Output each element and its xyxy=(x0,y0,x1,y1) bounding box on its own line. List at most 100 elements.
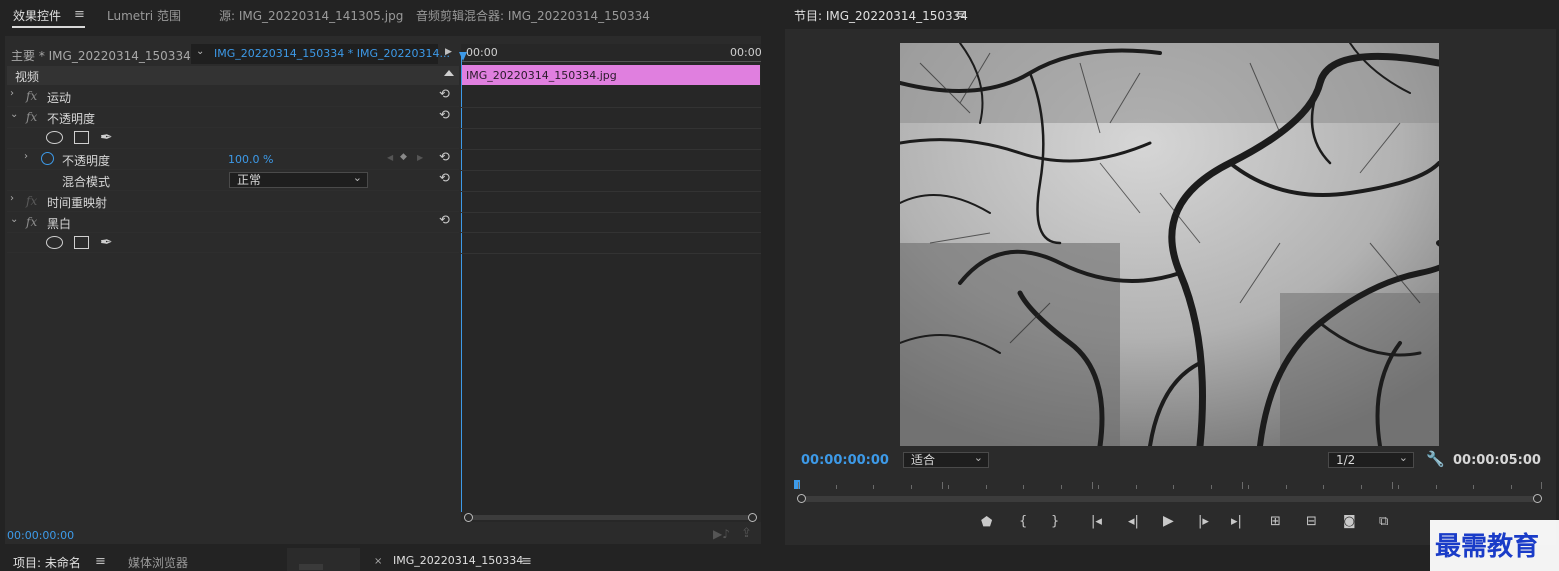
ruler-tick xyxy=(911,485,912,489)
zoom-handle-left[interactable] xyxy=(797,494,806,503)
fx-icon[interactable]: fx xyxy=(26,215,37,229)
program-duration-timecode: 00:00:05:00 xyxy=(1453,453,1541,468)
rectangle-mask-icon[interactable] xyxy=(74,236,89,249)
chevron-down-icon: ⌄ xyxy=(1398,451,1408,464)
lift-icon[interactable]: ⊞ xyxy=(1270,514,1281,529)
tab-media-browser[interactable]: 媒体浏览器 xyxy=(128,554,188,571)
tab-effect-controls[interactable]: 效果控件 xyxy=(13,7,61,24)
rectangle-mask-icon[interactable] xyxy=(74,131,89,144)
ruler-tick xyxy=(1473,485,1474,489)
collapse-chevron-icon[interactable]: ⌄ xyxy=(10,109,18,120)
zoom-handle-right[interactable] xyxy=(1533,494,1542,503)
zoom-handle-left[interactable] xyxy=(464,513,473,522)
audio-loop-icon[interactable]: ▶♪ xyxy=(713,527,730,541)
program-current-timecode[interactable]: 00:00:00:00 xyxy=(801,453,889,468)
add-marker-icon[interactable]: ⬟ xyxy=(981,515,992,530)
panel-menu-icon[interactable]: ≡ xyxy=(955,7,966,22)
tab-program[interactable]: 节目: IMG_20220314_150334 xyxy=(794,7,968,24)
ruler-tick xyxy=(942,482,943,489)
reset-icon[interactable]: ⟲ xyxy=(439,213,450,228)
mark-in-icon[interactable]: { xyxy=(1019,514,1027,529)
extract-icon[interactable]: ⊟ xyxy=(1306,514,1317,529)
mini-timeline xyxy=(461,44,761,522)
zoom-scrollbar[interactable] xyxy=(797,494,1542,504)
step-back-icon[interactable]: ◂| xyxy=(1128,514,1139,529)
panel-menu-icon[interactable]: ≡ xyxy=(95,554,106,569)
reset-icon[interactable]: ⟲ xyxy=(439,150,450,165)
go-to-out-icon[interactable]: ▸| xyxy=(1231,514,1242,529)
ruler-tick xyxy=(1242,482,1243,489)
panel-menu-icon[interactable]: ≡ xyxy=(74,7,85,22)
time-ruler[interactable] xyxy=(796,480,1541,492)
project-panel: 项目: 未命名 ≡ 媒体浏览器 xyxy=(0,548,283,571)
ruler-tick xyxy=(1361,485,1362,489)
fx-icon[interactable]: fx xyxy=(26,89,37,103)
tool-icon[interactable] xyxy=(299,564,323,570)
reset-icon[interactable]: ⟲ xyxy=(439,87,450,102)
ellipse-mask-icon[interactable] xyxy=(46,236,63,249)
clip-name-label: IMG_20220314_150334 * IMG_20220314... xyxy=(214,47,450,60)
param-label-opacity: 不透明度 xyxy=(62,154,111,168)
resolution-dropdown[interactable]: 1/2 ⌄ xyxy=(1328,451,1414,468)
fx-icon[interactable]: fx xyxy=(26,110,37,124)
opacity-value[interactable]: 100.0 % xyxy=(228,153,273,166)
pen-mask-icon[interactable]: ✒ xyxy=(100,128,113,146)
blend-mode-value: 正常 xyxy=(237,173,262,187)
ruler-tick xyxy=(1511,485,1512,489)
bw-tree-image xyxy=(900,43,1439,446)
pen-mask-icon[interactable]: ✒ xyxy=(100,233,113,251)
effect-row-black-white[interactable]: ⌄ fx 黑白 ⟲ xyxy=(7,212,459,233)
fit-dropdown[interactable]: 适合 ⌄ xyxy=(903,451,989,468)
zoom-handle-right[interactable] xyxy=(748,513,757,522)
compare-view-icon[interactable]: ⧉ xyxy=(1379,514,1388,529)
next-keyframe-icon[interactable]: ▶ xyxy=(417,153,423,162)
tab-project[interactable]: 项目: 未命名 xyxy=(13,554,81,571)
tab-sequence[interactable]: IMG_20220314_150334 xyxy=(393,554,523,567)
effect-timecode[interactable]: 00:00:00:00 xyxy=(7,529,74,542)
ruler-tick xyxy=(1173,485,1174,489)
expand-chevron-icon[interactable]: › xyxy=(24,151,28,162)
reset-icon[interactable]: ⟲ xyxy=(439,108,450,123)
timeline-clip-bar[interactable]: IMG_20220314_150334.jpg xyxy=(462,65,760,85)
collapse-chevron-icon[interactable]: ⌄ xyxy=(10,214,18,225)
panel-menu-icon[interactable]: ≡ xyxy=(521,554,532,569)
video-section-header[interactable]: 视频 xyxy=(7,66,459,85)
effect-row-opacity[interactable]: ⌄ fx 不透明度 ⟲ xyxy=(7,107,459,128)
master-clip-label[interactable]: 主要 * IMG_20220314_150334.jpg xyxy=(11,47,213,64)
export-icon[interactable]: ⇪ xyxy=(741,526,752,541)
timeline-row-line xyxy=(461,212,761,213)
play-only-clip-icon[interactable]: ▶ xyxy=(445,47,452,57)
stopwatch-icon[interactable] xyxy=(41,152,54,165)
prev-keyframe-icon[interactable]: ◀ xyxy=(387,153,393,162)
effect-row-motion[interactable]: › fx 运动 ⟲ xyxy=(7,86,459,107)
ruler-tick xyxy=(1136,485,1137,489)
resolution-value: 1/2 xyxy=(1336,453,1356,467)
camera-icon[interactable]: ◙ xyxy=(1343,514,1356,529)
blend-mode-dropdown[interactable]: 正常 ⌄ xyxy=(229,171,368,188)
ellipse-mask-icon[interactable] xyxy=(46,131,63,144)
collapse-triangle-icon[interactable] xyxy=(444,70,454,76)
chevron-down-icon: ⌄ xyxy=(352,171,362,184)
close-tab-icon[interactable]: × xyxy=(374,556,382,567)
mark-out-icon[interactable]: } xyxy=(1051,514,1059,529)
timeline-zoom-scrollbar[interactable] xyxy=(464,513,757,522)
expand-chevron-icon[interactable]: › xyxy=(10,88,14,99)
tab-audio-clip-mixer[interactable]: 音频剪辑混合器: IMG_20220314_150334 xyxy=(416,7,650,24)
ruler-tick xyxy=(1211,485,1212,489)
tab-lumetri-scopes[interactable]: Lumetri 范围 xyxy=(107,7,181,24)
ruler-tick xyxy=(1248,485,1249,489)
expand-chevron-icon[interactable]: › xyxy=(10,193,14,204)
ruler-tick xyxy=(1436,485,1437,489)
tab-source[interactable]: 源: IMG_20220314_141305.jpg xyxy=(219,7,403,24)
wrench-icon[interactable]: 🔧 xyxy=(1426,450,1445,468)
play-icon[interactable]: ▶ xyxy=(1163,513,1174,529)
playhead-marker[interactable] xyxy=(794,480,800,489)
playhead-line[interactable] xyxy=(461,52,462,512)
go-to-in-icon[interactable]: |◂ xyxy=(1091,514,1102,529)
clip-selector[interactable]: ⌄ IMG_20220314_150334 * IMG_20220314... xyxy=(191,44,450,64)
add-keyframe-icon[interactable]: ◆ xyxy=(400,152,407,162)
reset-icon[interactable]: ⟲ xyxy=(439,171,450,186)
step-forward-icon[interactable]: |▸ xyxy=(1198,514,1209,529)
effect-row-time-remap[interactable]: › fx 时间重映射 xyxy=(7,191,459,212)
playhead-marker[interactable] xyxy=(459,52,467,61)
